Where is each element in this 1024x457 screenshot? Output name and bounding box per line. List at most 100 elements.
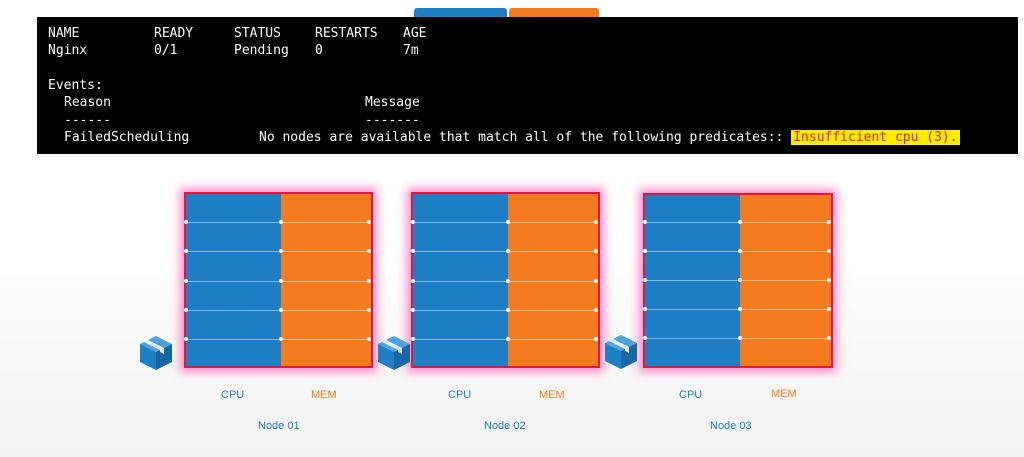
node-02-cpu-label: CPU (448, 389, 472, 401)
grid-marker-dot (738, 249, 742, 253)
events-label: Events: (48, 78, 103, 93)
grid-line (740, 338, 831, 339)
grid-line (186, 339, 281, 340)
grid-line (740, 309, 831, 310)
grid-marker-dot (411, 279, 415, 283)
grid-marker-dot (279, 308, 283, 312)
event-highlight: Insufficient cpu (3). (791, 130, 960, 145)
grid-line (508, 339, 598, 340)
event-message-text: No nodes are available that match all of… (259, 130, 784, 145)
node-03-cpu-column (645, 195, 740, 366)
pod-age: 7m (403, 43, 419, 58)
grid-marker-dot (411, 220, 415, 224)
node-02-mem-label: MEM (539, 389, 565, 401)
node-02-name: Node 02 (484, 420, 526, 432)
grid-line (740, 251, 831, 252)
grid-marker-dot (367, 337, 371, 341)
grid-line (186, 281, 281, 282)
header-restarts: RESTARTS (315, 26, 378, 41)
grid-marker-dot (279, 279, 283, 283)
reason-header: Reason (64, 95, 111, 110)
grid-marker-dot (594, 308, 598, 312)
node-03-mem-column (740, 195, 831, 366)
grid-marker-dot (184, 337, 188, 341)
grid-marker-dot (279, 337, 283, 341)
grid-line (186, 222, 281, 223)
grid-marker-dot (827, 336, 831, 340)
pod-restarts: 0 (315, 43, 323, 58)
grid-marker-dot (643, 278, 647, 282)
grid-line (740, 280, 831, 281)
grid-marker-dot (738, 278, 742, 282)
grid-line (645, 338, 740, 339)
grid-line (413, 339, 508, 340)
node-01-mem-column (281, 194, 371, 366)
node-01-name: Node 01 (258, 420, 300, 432)
node-02-box (411, 192, 600, 368)
grid-line (281, 222, 371, 223)
node-01-cpu-label: CPU (221, 389, 245, 401)
pod-status: Pending (234, 43, 289, 58)
grid-marker-dot (184, 308, 188, 312)
reason-separator: ------ (64, 113, 111, 128)
grid-marker-dot (643, 220, 647, 224)
grid-marker-dot (184, 279, 188, 283)
header-ready: READY (154, 26, 194, 41)
grid-marker-dot (367, 279, 371, 283)
grid-line (281, 339, 371, 340)
terminal-output: NAME READY STATUS RESTARTS AGE Nginx 0/1… (37, 17, 1018, 154)
grid-marker-dot (411, 249, 415, 253)
grid-marker-dot (279, 249, 283, 253)
grid-line (186, 310, 281, 311)
grid-marker-dot (367, 249, 371, 253)
cube-icon (378, 336, 410, 370)
cube-icon (605, 335, 637, 369)
cube-icon (140, 336, 172, 370)
grid-line (508, 281, 598, 282)
grid-marker-dot (738, 336, 742, 340)
header-status: STATUS (234, 26, 281, 41)
grid-marker-dot (827, 278, 831, 282)
grid-line (508, 310, 598, 311)
grid-marker-dot (594, 279, 598, 283)
grid-marker-dot (738, 307, 742, 311)
grid-marker-dot (643, 336, 647, 340)
message-separator: ------- (365, 113, 420, 128)
header-name: NAME (48, 26, 80, 41)
header-age: AGE (403, 26, 427, 41)
grid-marker-dot (594, 249, 598, 253)
pod-ready: 0/1 (154, 43, 178, 58)
grid-marker-dot (411, 308, 415, 312)
node-01-cpu-column (186, 194, 281, 366)
grid-line (413, 281, 508, 282)
grid-marker-dot (506, 220, 510, 224)
grid-line (413, 251, 508, 252)
grid-marker-dot (594, 220, 598, 224)
message-header: Message (365, 95, 420, 110)
grid-marker-dot (506, 337, 510, 341)
grid-marker-dot (827, 220, 831, 224)
node-03-mem-label: MEM (771, 388, 797, 400)
grid-line (645, 222, 740, 223)
node-03-box (643, 193, 833, 368)
event-message: No nodes are available that match all of… (259, 130, 960, 146)
node-01-box (184, 192, 373, 368)
grid-marker-dot (184, 220, 188, 224)
grid-marker-dot (506, 279, 510, 283)
grid-line (281, 310, 371, 311)
event-reason: FailedScheduling (64, 130, 190, 145)
node-03-name: Node 03 (710, 420, 752, 432)
grid-line (508, 251, 598, 252)
node-03-cpu-label: CPU (679, 389, 703, 401)
grid-line (413, 222, 508, 223)
grid-line (508, 222, 598, 223)
grid-line (645, 309, 740, 310)
grid-line (740, 222, 831, 223)
grid-marker-dot (367, 308, 371, 312)
grid-line (281, 281, 371, 282)
grid-marker-dot (594, 337, 598, 341)
pod-name: Nginx (48, 43, 88, 58)
grid-marker-dot (643, 307, 647, 311)
grid-marker-dot (506, 308, 510, 312)
grid-marker-dot (738, 220, 742, 224)
